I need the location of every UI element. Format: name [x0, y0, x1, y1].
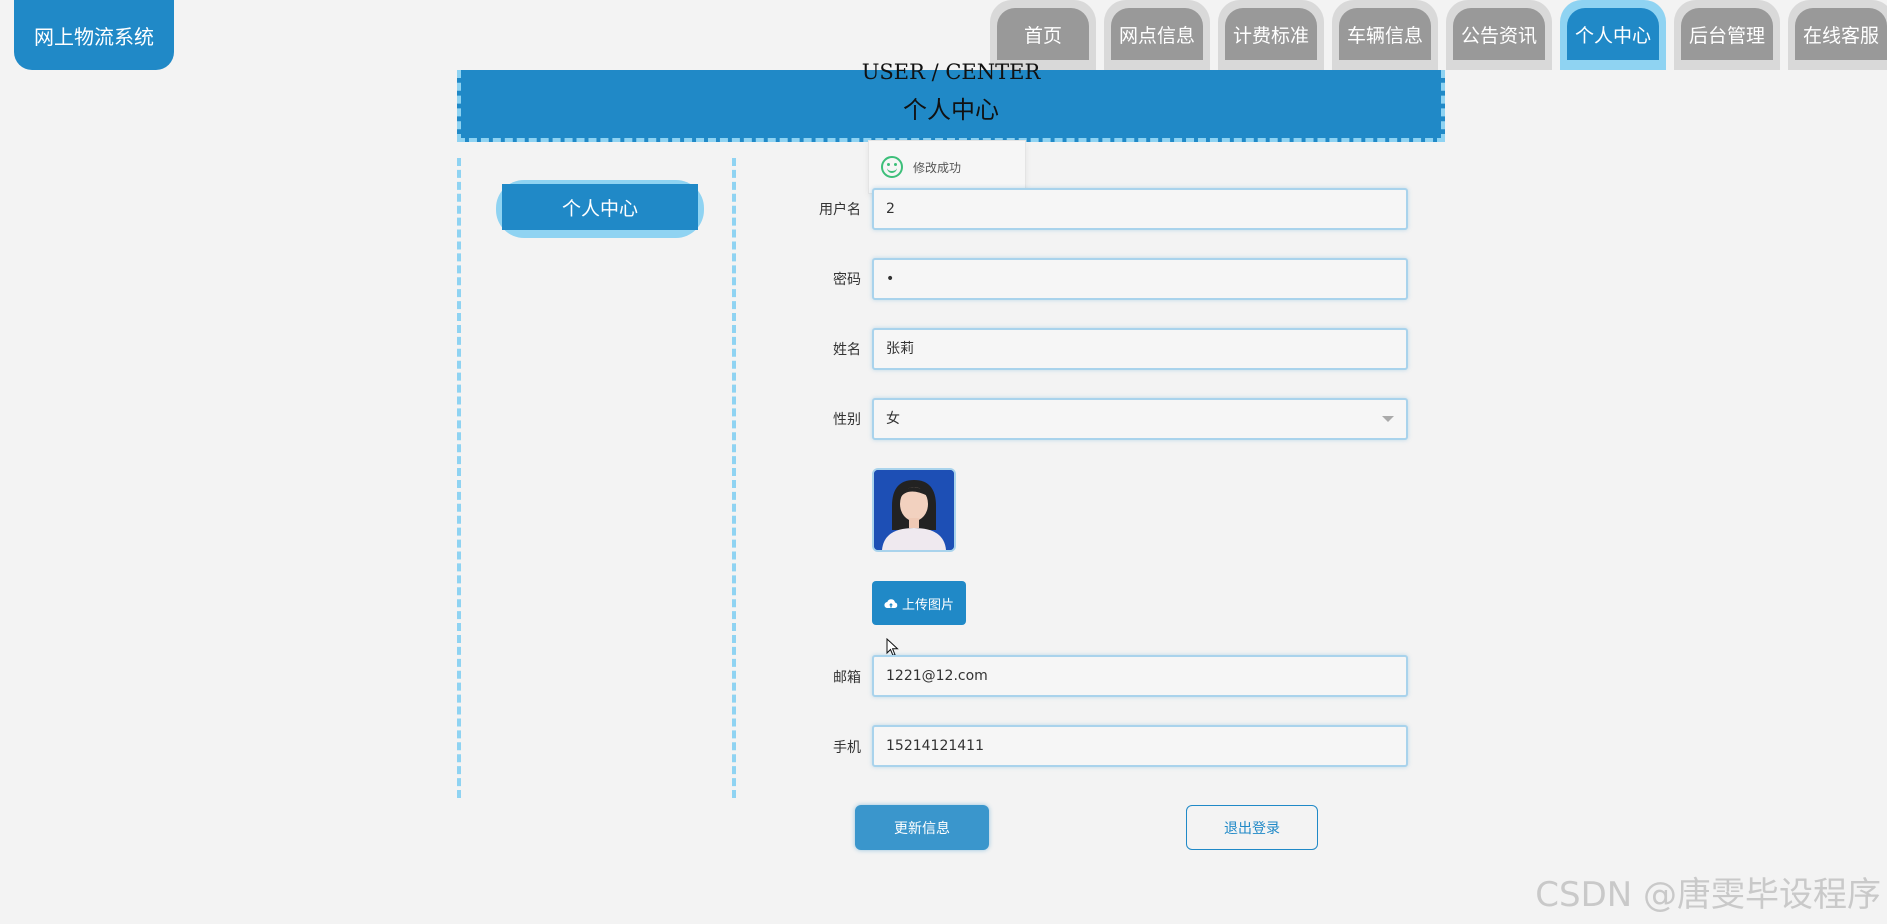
banner-cn-title: 个人中心 — [903, 96, 999, 124]
sidebar-user-center-button[interactable]: 个人中心 — [496, 180, 704, 238]
nav-admin-label: 后台管理 — [1681, 8, 1773, 60]
nav-news-label: 公告资讯 — [1453, 8, 1545, 60]
phone-label: 手机 — [833, 740, 861, 756]
nav-user-center[interactable]: 个人中心 — [1560, 0, 1666, 70]
gender-label: 性别 — [833, 412, 861, 428]
sidebar-button-label: 个人中心 — [502, 184, 698, 230]
nav-news[interactable]: 公告资讯 — [1446, 0, 1552, 70]
page-banner: USER / CENTER 个人中心 — [457, 60, 1445, 142]
toast-message: 修改成功 — [913, 160, 962, 175]
nav-support-label: 在线客服 — [1795, 8, 1887, 60]
smile-icon — [881, 156, 903, 178]
upload-image-button[interactable]: 上传图片 — [872, 581, 966, 625]
nav-admin[interactable]: 后台管理 — [1674, 0, 1780, 70]
username-label: 用户名 — [819, 202, 861, 218]
name-field[interactable]: 张莉 — [872, 328, 1408, 370]
update-label: 更新信息 — [894, 820, 950, 837]
logout-label: 退出登录 — [1224, 820, 1280, 837]
username-field[interactable]: 2 — [872, 188, 1408, 230]
gender-value: 女 — [886, 411, 900, 427]
app-logo[interactable]: 网上物流系统 — [14, 0, 174, 70]
watermark-text: CSDN @唐雯毕设程序 — [1535, 875, 1881, 915]
nav-vehicles-label: 车辆信息 — [1339, 8, 1431, 60]
nav-support[interactable]: 在线客服 — [1788, 0, 1887, 70]
phone-field[interactable]: 15214121411 — [872, 725, 1408, 767]
sidebar-right-border — [732, 158, 736, 798]
nav-home-label: 首页 — [997, 8, 1089, 60]
logout-button[interactable]: 退出登录 — [1186, 805, 1318, 850]
banner-en-title: USER / CENTER — [861, 60, 1041, 84]
cloud-upload-icon — [884, 598, 898, 608]
chevron-down-icon — [1382, 416, 1394, 422]
success-toast: 修改成功 — [868, 140, 1026, 194]
upload-label: 上传图片 — [901, 597, 954, 613]
sidebar-left-border — [457, 158, 461, 798]
avatar-photo — [872, 468, 956, 552]
password-field[interactable]: • — [872, 258, 1408, 300]
avatar-image-icon — [874, 470, 954, 550]
nav-branches-label: 网点信息 — [1111, 8, 1203, 60]
email-label: 邮箱 — [833, 670, 861, 686]
app-title: 网上物流系统 — [34, 24, 154, 49]
nav-user-center-label: 个人中心 — [1567, 8, 1659, 60]
gender-select[interactable]: 女 — [872, 398, 1408, 440]
password-label: 密码 — [833, 272, 861, 288]
nav-pricing-label: 计费标准 — [1225, 8, 1317, 60]
name-label: 姓名 — [833, 342, 861, 358]
update-info-button[interactable]: 更新信息 — [855, 805, 989, 850]
email-field[interactable]: 1221@12.com — [872, 655, 1408, 697]
